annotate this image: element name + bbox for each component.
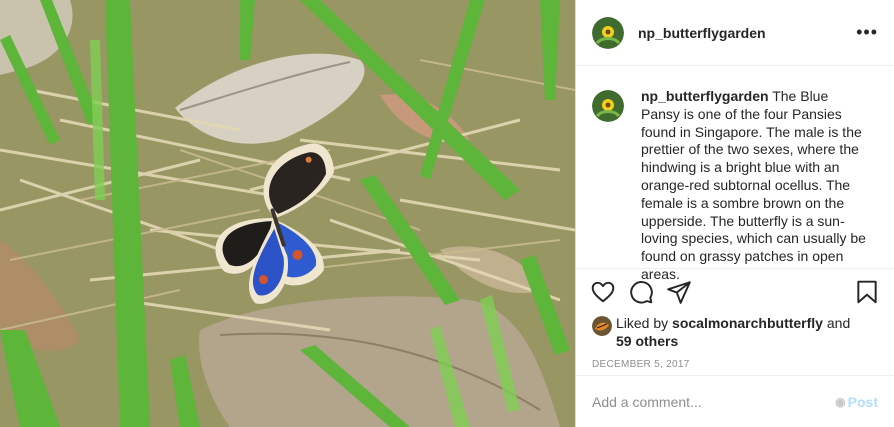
likes-joiner: and [826,315,851,331]
emoji-icon[interactable]: ◉ [835,395,845,409]
header-username[interactable]: np_butterflygarden [638,25,854,41]
action-bar [576,269,894,315]
liker-avatar[interactable] [592,316,612,336]
caption-avatar[interactable] [592,90,624,122]
caption-text: np_butterflygarden The Blue Pansy is one… [641,88,869,282]
post-comment-button[interactable]: ◉ Post [835,394,878,410]
caption-body: The Blue Pansy is one of the four Pansie… [641,88,866,282]
likes-text: Liked by socalmonarchbutterfly and 59 oth… [616,315,850,353]
caption-section: np_butterflygarden The Blue Pansy is one… [576,66,894,282]
likes-section: Liked by socalmonarchbutterfly and 59 oth… [576,315,894,353]
caption-username[interactable]: np_butterflygarden [641,88,769,104]
heart-icon[interactable] [590,279,616,305]
post-header: np_butterflygarden ••• [576,0,894,66]
comment-icon[interactable] [628,279,654,305]
comment-input[interactable] [592,393,836,410]
likes-prefix: Liked by [616,315,669,331]
profile-avatar[interactable] [592,16,624,49]
instagram-post: np_butterflygarden ••• np_butterflygarde… [0,0,894,427]
share-icon[interactable] [666,279,692,305]
post-photo[interactable] [0,0,575,427]
bookmark-icon[interactable] [854,279,880,305]
others-link[interactable]: 59 others [616,333,678,349]
post-button-label: Post [847,393,878,410]
post-sidebar: np_butterflygarden ••• np_butterflygarde… [575,0,894,427]
butterfly-photo-image [0,0,575,427]
comment-bar: ◉Post [576,375,894,427]
more-options-icon[interactable]: ••• [854,22,878,43]
liker-username[interactable]: socalmonarchbutterfly [672,315,823,331]
